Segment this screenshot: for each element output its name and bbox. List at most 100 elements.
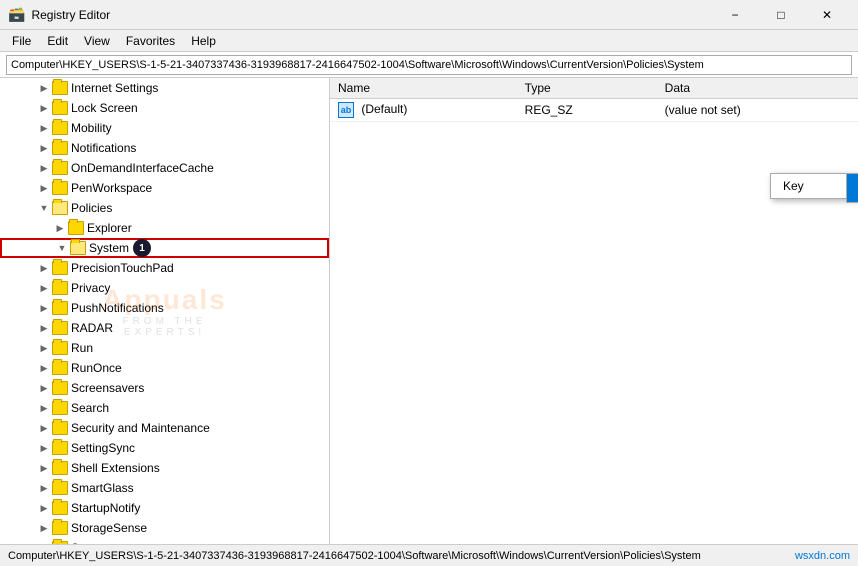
values-table: Name Type Data ab (Default) REG_SZ (valu… (330, 78, 858, 122)
tree-expand-icon[interactable]: ▶ (36, 120, 52, 136)
tree-item[interactable]: ▶Notifications (0, 138, 329, 158)
folder-icon (52, 481, 68, 495)
step1-badge: 1 (133, 239, 151, 257)
tree-item[interactable]: ▶ StartupNotify (0, 498, 329, 518)
tree-expand-icon[interactable]: ▶ (36, 380, 52, 396)
folder-icon (70, 241, 86, 255)
tree-item-label: Screensavers (71, 381, 144, 395)
tree-item[interactable]: ▶Shell Extensions (0, 458, 329, 478)
tree-expand-icon[interactable]: ▶ (36, 520, 52, 536)
folder-icon (52, 441, 68, 455)
tree-item[interactable]: ▶Mobility (0, 118, 329, 138)
folder-icon (52, 141, 68, 155)
tree-item[interactable]: ▶StorageSense (0, 518, 329, 538)
tree-item[interactable]: ▶RADAR (0, 318, 329, 338)
tree-expand-icon[interactable]: ▶ (36, 280, 52, 296)
tree-expand-icon[interactable]: ▶ (36, 400, 52, 416)
tree-expand-icon[interactable]: ▶ (36, 140, 52, 156)
ctx-key-item[interactable]: Key (771, 174, 858, 198)
folder-icon (52, 81, 68, 95)
tree-expand-icon[interactable]: ▶ (36, 180, 52, 196)
close-button[interactable]: ✕ (804, 0, 850, 30)
ctx-new-button[interactable]: New▶2 (846, 173, 858, 203)
tree-expand-icon[interactable]: ▶ (36, 340, 52, 356)
folder-icon (68, 221, 84, 235)
tree-expand-icon[interactable]: ▶ (36, 480, 52, 496)
titlebar-controls: − □ ✕ (712, 0, 850, 30)
col-name: Name (330, 78, 517, 99)
tree-item[interactable]: ▶ PrecisionTouchPad (0, 258, 329, 278)
col-data: Data (657, 78, 858, 99)
folder-icon (52, 261, 68, 275)
tree-item-label: StartupNotify (71, 501, 140, 515)
tree-expand-icon[interactable]: ▶ (36, 320, 52, 336)
tree-item[interactable]: ▶Internet Settings (0, 78, 329, 98)
tree-panel[interactable]: Appuals FROM THE EXPERTS! ▶Internet Sett… (0, 78, 330, 544)
tree-expand-icon[interactable]: ▶ (36, 260, 52, 276)
app-icon: 🗃️ (8, 6, 25, 23)
folder-icon (52, 521, 68, 535)
tree-expand-icon[interactable]: ▶ (36, 360, 52, 376)
tree-item[interactable]: ▶Explorer (0, 218, 329, 238)
status-text: Computer\HKEY_USERS\S-1-5-21-3407337436-… (8, 550, 795, 562)
tree-item-label: Search (71, 401, 109, 415)
menu-help[interactable]: Help (183, 30, 224, 51)
tree-item-label: Lock Screen (71, 101, 138, 115)
folder-icon (52, 401, 68, 415)
tree-item[interactable]: ▼System1 (0, 238, 329, 258)
tree-item[interactable]: ▶ RunOnce (0, 358, 329, 378)
tree-item[interactable]: ▶PenWorkspace (0, 178, 329, 198)
tree-expand-icon[interactable]: ▶ (36, 80, 52, 96)
tree-item[interactable]: ▶ SettingSync (0, 438, 329, 458)
tree-expand-icon[interactable]: ▶ (36, 460, 52, 476)
folder-icon (52, 341, 68, 355)
folder-icon (52, 361, 68, 375)
tree-expand-icon[interactable]: ▶ (36, 420, 52, 436)
tree-item[interactable]: ▶ Lock Screen (0, 98, 329, 118)
tree-item-label: SettingSync (71, 441, 135, 455)
folder-icon (52, 381, 68, 395)
tree-expand-icon[interactable]: ▼ (36, 200, 52, 216)
tree-item[interactable]: ▶ Search (0, 398, 329, 418)
menu-view[interactable]: View (76, 30, 118, 51)
menu-file[interactable]: File (4, 30, 39, 51)
tree-item-label: OnDemandInterfaceCache (71, 161, 214, 175)
titlebar-left: 🗃️ Registry Editor (8, 6, 110, 23)
tree-expand-icon[interactable]: ▶ (36, 540, 52, 544)
tree-item[interactable]: ▶PushNotifications (0, 298, 329, 318)
tree-expand-icon[interactable]: ▶ (52, 220, 68, 236)
col-type: Type (517, 78, 657, 99)
tree-item-label: RunOnce (71, 361, 122, 375)
folder-icon (52, 321, 68, 335)
folder-icon (52, 421, 68, 435)
tree-item[interactable]: ▶ OnDemandInterfaceCache (0, 158, 329, 178)
app-title: Registry Editor (31, 8, 110, 22)
tree-item-label: Security and Maintenance (71, 421, 210, 435)
menu-bar: File Edit View Favorites Help (0, 30, 858, 52)
tree-expand-icon[interactable]: ▶ (36, 300, 52, 316)
table-row[interactable]: ab (Default) REG_SZ (value not set) (330, 99, 858, 122)
tree-item[interactable]: ▶ Security and Maintenance (0, 418, 329, 438)
tree-expand-icon[interactable]: ▶ (36, 160, 52, 176)
tree-item[interactable]: ▶Privacy (0, 278, 329, 298)
tree-expand-icon[interactable]: ▼ (54, 240, 70, 256)
address-input[interactable] (6, 55, 852, 75)
menu-edit[interactable]: Edit (39, 30, 76, 51)
tree-item[interactable]: ▶Run (0, 338, 329, 358)
tree-item[interactable]: ▶Store (0, 538, 329, 544)
tree-item[interactable]: ▶SmartGlass (0, 478, 329, 498)
tree-container: ▶Internet Settings▶Lock Screen▶Mobility▶… (0, 78, 329, 544)
tree-item[interactable]: ▶ Screensavers (0, 378, 329, 398)
tree-expand-icon[interactable]: ▶ (36, 500, 52, 516)
tree-item-label: PrecisionTouchPad (71, 261, 174, 275)
menu-favorites[interactable]: Favorites (118, 30, 183, 51)
value-name-cell: ab (Default) (330, 99, 517, 122)
ctx-key-label: Key (783, 179, 804, 193)
tree-item[interactable]: ▼Policies (0, 198, 329, 218)
tree-expand-icon[interactable]: ▶ (36, 100, 52, 116)
minimize-button[interactable]: − (712, 0, 758, 30)
tree-expand-icon[interactable]: ▶ (36, 440, 52, 456)
maximize-button[interactable]: □ (758, 0, 804, 30)
website-text: wsxdn.com (795, 550, 850, 562)
address-bar (0, 52, 858, 78)
